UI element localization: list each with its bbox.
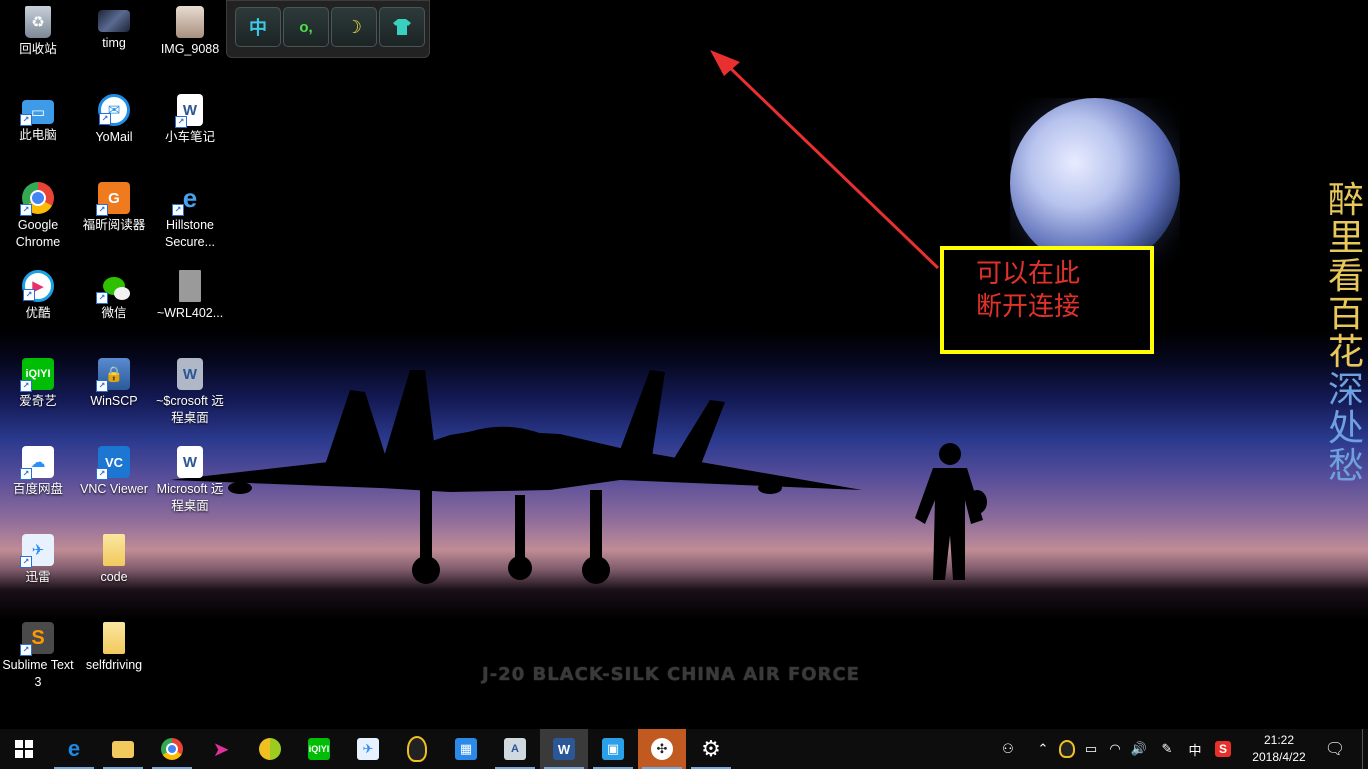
taskbar-qq[interactable] xyxy=(393,729,441,769)
battery-icon[interactable]: ▭ xyxy=(1080,729,1102,769)
taskbar-drone-app[interactable]: ✣ xyxy=(638,729,686,769)
volume-icon[interactable]: 🔊 xyxy=(1128,729,1150,769)
taskbar-file-explorer[interactable] xyxy=(99,729,147,769)
ime-indicator[interactable]: 中 xyxy=(1184,729,1206,769)
xunlei-icon: ✈ xyxy=(357,738,379,760)
annotation-line: 可以在此 xyxy=(976,259,1081,289)
annotation-arrow xyxy=(710,50,940,270)
system-clock[interactable]: 21:22 2018/4/22 xyxy=(1240,732,1318,766)
iqiyi-icon: iQIYI xyxy=(308,738,330,760)
clock-time: 21:22 xyxy=(1263,733,1295,747)
desktop: J-20 BLACK-SILK CHINA AIR FORCE 醉 里 看 百 … xyxy=(0,0,1368,729)
show-desktop-button[interactable] xyxy=(1362,729,1363,769)
file-explorer-icon xyxy=(112,740,134,758)
windows-start-icon xyxy=(15,740,33,758)
annotation-text: 可以在此 断开连接 xyxy=(976,258,1080,324)
qq-tray-icon[interactable] xyxy=(1056,729,1078,769)
clock-date: 2018/4/22 xyxy=(1252,750,1306,764)
taskbar-paper-plane-app[interactable]: ➤ xyxy=(197,729,245,769)
taskbar-remote-desktop[interactable]: ▣ xyxy=(589,729,637,769)
sogou-ime-icon[interactable]: S xyxy=(1212,729,1234,769)
word-icon: W xyxy=(553,738,575,760)
edge-icon: e xyxy=(67,736,81,761)
action-center-icon[interactable]: 🗨 xyxy=(1322,729,1348,769)
taskbar-store-grid[interactable]: ▦ xyxy=(442,729,490,769)
remote-desktop-icon: ▣ xyxy=(602,738,624,760)
annotation-line: 断开连接 xyxy=(976,292,1081,322)
taskbar-chrome[interactable] xyxy=(148,729,196,769)
settings-gear-icon: ⚙ xyxy=(701,736,721,761)
taskbar-ball-app[interactable] xyxy=(246,729,294,769)
show-hidden-icons-chevron-icon[interactable]: ⌃ xyxy=(1034,729,1052,769)
taskbar-iqiyi[interactable]: iQIYI xyxy=(295,729,343,769)
people-icon[interactable]: ⚇ xyxy=(996,729,1020,769)
store-grid-icon: ▦ xyxy=(455,738,477,760)
ball-icon xyxy=(259,738,281,760)
taskbar-settings[interactable]: ⚙ xyxy=(687,729,735,769)
wifi-icon[interactable]: ◠ xyxy=(1104,729,1126,769)
pen-workspace-icon[interactable]: ✎ xyxy=(1156,729,1178,769)
qq-icon xyxy=(407,736,427,762)
taskbar-xunlei[interactable]: ✈ xyxy=(344,729,392,769)
paper-plane-icon: ➤ xyxy=(212,738,230,761)
taskbar-document-app[interactable]: A xyxy=(491,729,539,769)
chrome-icon xyxy=(161,738,183,760)
taskbar-word[interactable]: W xyxy=(540,729,588,769)
taskbar: e ➤ iQIYI ✈ ▦ A W ▣ ✣ ⚙ ⚇ ⌃ ▭ ◠ 🔊 ✎ 中 S … xyxy=(0,729,1368,769)
drone-app-icon: ✣ xyxy=(651,738,673,760)
taskbar-edge[interactable]: e xyxy=(50,729,98,769)
document-icon: A xyxy=(504,738,526,760)
annotation-box: 可以在此 断开连接 xyxy=(940,246,1154,354)
start-button[interactable] xyxy=(0,729,48,769)
